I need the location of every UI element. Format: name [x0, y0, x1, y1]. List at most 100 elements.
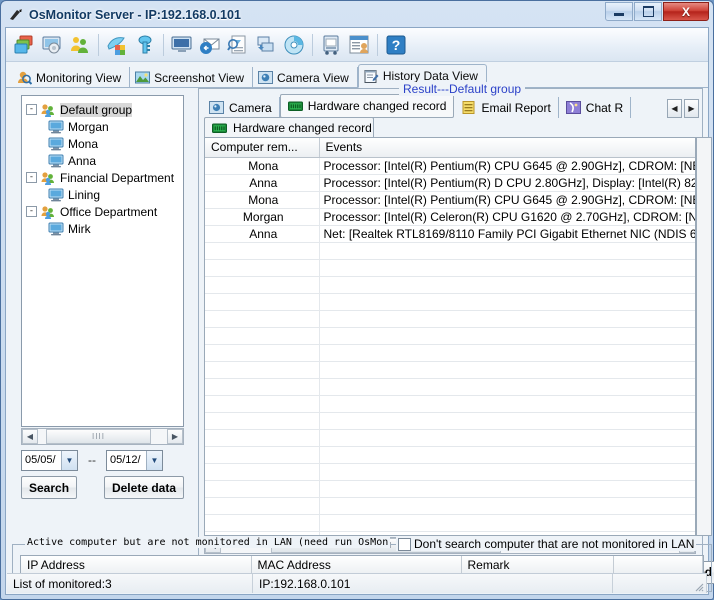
mail-back-icon[interactable] [196, 31, 224, 59]
sub-tab-hardware-changed-record[interactable]: Hardware changed record [279, 94, 455, 118]
copy-windows-icon[interactable] [252, 31, 280, 59]
tree-node-financial-department[interactable]: - Financial Department [26, 169, 181, 186]
sub-tab-camera[interactable]: Camera [202, 97, 280, 118]
users-icon[interactable] [66, 31, 94, 59]
dont-search-checkbox[interactable]: Don't search computer that are not monit… [396, 537, 697, 551]
cell-computer [205, 310, 320, 328]
group-manage-icon[interactable] [10, 31, 38, 59]
sub-tab-chat-record[interactable]: Chat R [559, 97, 632, 118]
status-monitored-count: List of monitored:3 [7, 574, 253, 593]
table-row-empty[interactable] [205, 463, 695, 481]
table-row-empty[interactable] [205, 327, 695, 345]
search-button[interactable]: Search [21, 476, 78, 499]
date-to-picker[interactable]: 05/12/ ▼ [106, 449, 163, 471]
email-report-icon [461, 101, 476, 114]
cell-events [319, 361, 695, 379]
screen-settings-icon[interactable] [38, 31, 66, 59]
tab-label: History Data View [382, 69, 478, 83]
resize-grip-icon[interactable] [692, 580, 704, 592]
policy-icon[interactable] [103, 31, 131, 59]
scroll-left-button[interactable]: ◀ [22, 429, 38, 444]
table-row-empty[interactable] [205, 412, 695, 430]
table-row-empty[interactable] [205, 429, 695, 447]
grid-body: Mona Processor: [Intel(R) Pentium(R) CPU … [205, 157, 695, 535]
date-from-picker[interactable]: 05/05/ ▼ [21, 449, 78, 471]
tree-node-default-group[interactable]: - Default group [26, 101, 181, 118]
table-row-empty[interactable] [205, 310, 695, 328]
tree-node-label: Mirk [68, 221, 91, 236]
status-bar: List of monitored:3 IP:192.168.0.101 [7, 573, 707, 593]
tab-camera-view[interactable]: Camera View [253, 67, 358, 88]
tree-node-mona[interactable]: Mona [26, 135, 181, 152]
table-row-empty[interactable] [205, 242, 695, 260]
tree-node-label: Lining [68, 187, 101, 202]
grid-vertical-scrollbar[interactable] [696, 137, 712, 536]
scroll-right-button[interactable]: ▶ [167, 429, 183, 444]
computer-icon [48, 120, 64, 134]
key-icon[interactable] [131, 31, 159, 59]
table-row[interactable]: Mona Processor: [Intel(R) Pentium(R) CPU … [205, 157, 695, 175]
delete-data-button[interactable]: Delete data [103, 476, 184, 499]
chevron-down-icon[interactable]: ▼ [61, 450, 77, 470]
sub-tab-email-report[interactable]: Email Report [454, 97, 559, 118]
tree-node-anna[interactable]: Anna [26, 152, 181, 169]
close-button[interactable]: X [663, 2, 709, 21]
device-list-icon[interactable] [317, 31, 345, 59]
group-tree[interactable]: - Default group Morgan Mona Anna - Finan… [21, 95, 184, 427]
table-row[interactable]: Mona Processor: [Intel(R) Pentium(R) CPU … [205, 191, 695, 209]
window-title: OsMonitor Server - IP:192.168.0.101 [29, 8, 241, 22]
table-row-empty[interactable] [205, 361, 695, 379]
user-report-icon[interactable] [345, 31, 373, 59]
remote-desktop-icon[interactable] [168, 31, 196, 59]
table-row-empty[interactable] [205, 378, 695, 396]
table-row[interactable]: Anna Processor: [Intel(R) Pentium(R) D CP… [205, 174, 695, 192]
left-button-row: Search Delete data [21, 476, 184, 500]
minimize-button[interactable] [605, 2, 633, 21]
sub-tab-prev-button[interactable]: ◀ [667, 99, 682, 118]
table-row-empty[interactable] [205, 531, 695, 535]
column-header-events[interactable]: Events [319, 138, 695, 158]
table-row-empty[interactable] [205, 344, 695, 362]
disc-icon[interactable] [280, 31, 308, 59]
tree-node-morgan[interactable]: Morgan [26, 118, 181, 135]
tree-node-office-department[interactable]: - Office Department [26, 203, 181, 220]
table-row-empty[interactable] [205, 480, 695, 498]
svg-text:?: ? [392, 37, 401, 53]
cell-events: Processor: [Intel(R) Pentium(R) CPU G645… [319, 191, 695, 209]
tree-node-lining[interactable]: Lining [26, 186, 181, 203]
camera-view-icon [258, 70, 273, 85]
inner-tab-hardware-changed-record[interactable]: Hardware changed record [204, 117, 374, 138]
expander-icon[interactable]: - [26, 104, 37, 115]
tree-horizontal-scrollbar[interactable]: ◀ IIII ▶ [21, 428, 184, 445]
table-row-empty[interactable] [205, 446, 695, 464]
table-row-empty[interactable] [205, 497, 695, 515]
scroll-thumb[interactable]: IIII [46, 429, 151, 444]
tree-node-mirk[interactable]: Mirk [26, 220, 181, 237]
table-row-empty[interactable] [205, 395, 695, 413]
help-icon[interactable]: ? [382, 31, 410, 59]
table-row[interactable]: Morgan Processor: [Intel(R) Celeron(R) CP… [205, 208, 695, 226]
application-window: OsMonitor Server - IP:192.168.0.101 X ? … [0, 0, 714, 600]
table-row-empty[interactable] [205, 293, 695, 311]
checkbox-label: Don't search computer that are not monit… [414, 537, 695, 551]
table-row-empty[interactable] [205, 276, 695, 294]
table-row-empty[interactable] [205, 259, 695, 277]
maximize-button[interactable] [634, 2, 662, 21]
scroll-track[interactable]: IIII [38, 429, 167, 444]
cell-events [319, 480, 695, 498]
tab-monitoring-view[interactable]: Monitoring View [12, 67, 131, 88]
table-row[interactable]: Anna Net: [Realtek RTL8169/8110 Family PC… [205, 225, 695, 243]
expander-icon[interactable]: - [26, 172, 37, 183]
hardware-record-grid[interactable]: Computer rem... Events Mona Processor: [I… [204, 137, 696, 536]
checkbox-icon[interactable] [398, 537, 411, 551]
tab-screenshot-view[interactable]: Screenshot View [130, 67, 253, 88]
date-from-value: 05/05/ [25, 454, 56, 466]
sub-tab-next-button[interactable]: ▶ [684, 99, 699, 118]
cell-computer [205, 514, 320, 532]
table-row-empty[interactable] [205, 514, 695, 532]
cell-events [319, 531, 695, 535]
chevron-down-icon[interactable]: ▼ [146, 450, 162, 470]
column-header-computer[interactable]: Computer rem... [205, 138, 320, 158]
expander-icon[interactable]: - [26, 206, 37, 217]
document-search-icon[interactable] [224, 31, 252, 59]
